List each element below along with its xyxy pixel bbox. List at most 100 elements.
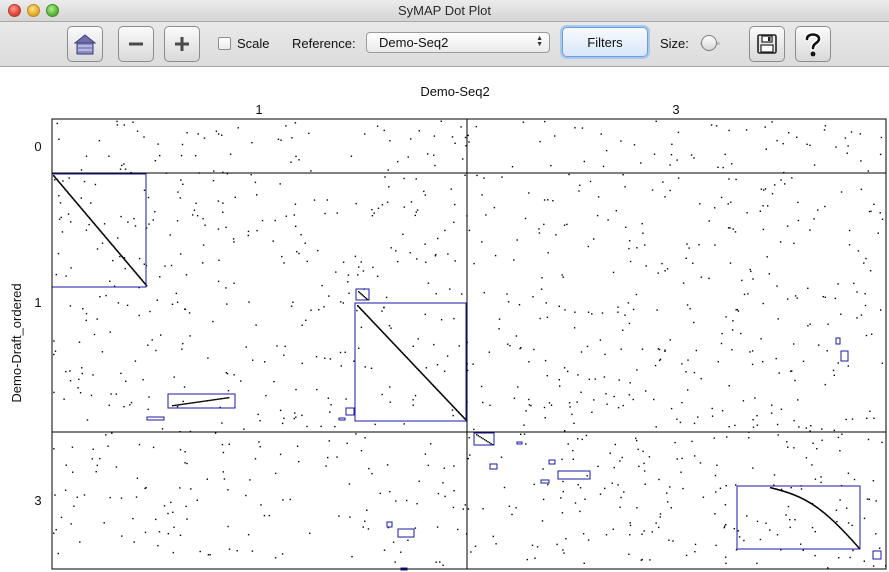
hit-dot — [260, 504, 262, 506]
synteny-block[interactable] — [345, 407, 355, 416]
hit-dot — [583, 562, 585, 564]
help-button[interactable] — [795, 26, 831, 62]
hit-dot — [414, 214, 416, 217]
hit-dot — [88, 223, 90, 226]
hit-dot — [669, 189, 671, 192]
hit-dot — [283, 354, 285, 356]
hit-dot — [516, 239, 518, 241]
hit-dot — [207, 554, 210, 556]
hit-dot — [151, 339, 153, 341]
hit-dot — [657, 348, 660, 350]
synteny-block[interactable] — [489, 463, 498, 470]
hit-dot — [762, 228, 765, 231]
hit-dot — [690, 154, 693, 156]
synteny-block[interactable] — [840, 350, 849, 362]
synteny-block[interactable] — [397, 528, 415, 538]
synteny-block[interactable] — [872, 550, 882, 560]
hit-dot — [619, 506, 621, 508]
hit-dot — [674, 441, 676, 444]
hit-dot — [636, 247, 638, 249]
synteny-block[interactable] — [736, 485, 861, 550]
hit-dot — [732, 228, 734, 230]
hit-dot — [134, 225, 137, 227]
hit-dot — [313, 199, 316, 201]
synteny-block[interactable] — [835, 337, 841, 345]
hit-dot — [124, 267, 126, 270]
hit-dot — [542, 498, 545, 501]
size-slider-knob[interactable] — [701, 35, 717, 51]
hit-dot — [837, 436, 840, 439]
hit-dot — [65, 464, 67, 466]
hit-dot — [852, 549, 854, 552]
x-chromosome-label: 1 — [255, 102, 262, 117]
hit-dot — [371, 209, 373, 211]
hit-dot — [494, 254, 497, 257]
hit-dot — [729, 262, 732, 264]
hit-dot — [572, 458, 574, 460]
hit-dot — [147, 344, 149, 346]
hit-dot — [323, 306, 325, 308]
hit-dot — [112, 259, 114, 262]
hit-dot — [406, 499, 408, 502]
hit-dot — [593, 238, 595, 240]
hit-dot — [320, 425, 322, 428]
hit-dot — [587, 311, 590, 313]
hit-dot — [389, 401, 391, 403]
hit-dot — [306, 425, 308, 428]
save-button[interactable] — [749, 26, 785, 62]
hit-dot — [544, 359, 547, 362]
hit-dot — [544, 417, 546, 419]
hit-dot — [227, 525, 229, 528]
alignment-dot — [204, 400, 206, 402]
hit-dot — [350, 155, 353, 157]
hit-dot — [371, 215, 374, 217]
synteny-block[interactable] — [557, 470, 591, 480]
hit-dot — [58, 218, 61, 220]
hit-dot — [123, 406, 125, 408]
alignment-dot — [198, 401, 200, 403]
hit-dot — [259, 446, 261, 448]
hit-dot — [736, 308, 739, 311]
synteny-block[interactable] — [548, 459, 556, 465]
synteny-block[interactable] — [540, 479, 550, 484]
hit-dot — [708, 277, 710, 280]
hit-dot — [367, 528, 370, 530]
hit-dot — [196, 215, 199, 217]
hit-dot — [54, 350, 57, 352]
hit-dot — [798, 426, 800, 428]
hit-dot — [93, 333, 96, 336]
synteny-block[interactable] — [516, 441, 523, 445]
synteny-block[interactable] — [338, 417, 346, 421]
reference-select[interactable]: Demo-Seq2 ▲ ▼ — [366, 32, 550, 53]
hit-dot — [805, 427, 807, 429]
filters-button[interactable]: Filters — [562, 27, 648, 57]
hit-dot — [247, 234, 249, 237]
hit-dot — [370, 367, 373, 369]
hit-dot — [587, 245, 589, 248]
alignment-dot — [181, 403, 184, 405]
scale-checkbox[interactable] — [218, 37, 231, 50]
synteny-block[interactable] — [386, 521, 393, 528]
hit-dot — [58, 138, 60, 140]
hit-dot — [692, 262, 694, 264]
zoom-in-button[interactable] — [164, 26, 200, 62]
zoom-out-button[interactable] — [118, 26, 154, 62]
hit-dot — [85, 312, 88, 315]
hit-dot — [638, 465, 640, 468]
hit-dot — [453, 490, 455, 492]
hit-dot — [326, 199, 328, 201]
hit-dot — [348, 292, 350, 294]
hit-dot — [110, 393, 112, 395]
hit-dot — [865, 257, 867, 260]
synteny-block[interactable] — [146, 416, 165, 421]
home-button[interactable] — [67, 26, 103, 62]
hit-dot — [252, 359, 254, 361]
hit-dot — [664, 349, 666, 351]
dot-plot[interactable]: Demo-Seq2 1 3 0 1 3 Demo-Draft_ordered — [0, 67, 889, 572]
hit-dot — [748, 437, 750, 439]
hit-dot — [317, 249, 319, 252]
hit-dot — [766, 256, 768, 258]
hit-dot — [700, 377, 702, 380]
hit-dot — [623, 491, 625, 493]
hit-dot — [866, 498, 869, 500]
